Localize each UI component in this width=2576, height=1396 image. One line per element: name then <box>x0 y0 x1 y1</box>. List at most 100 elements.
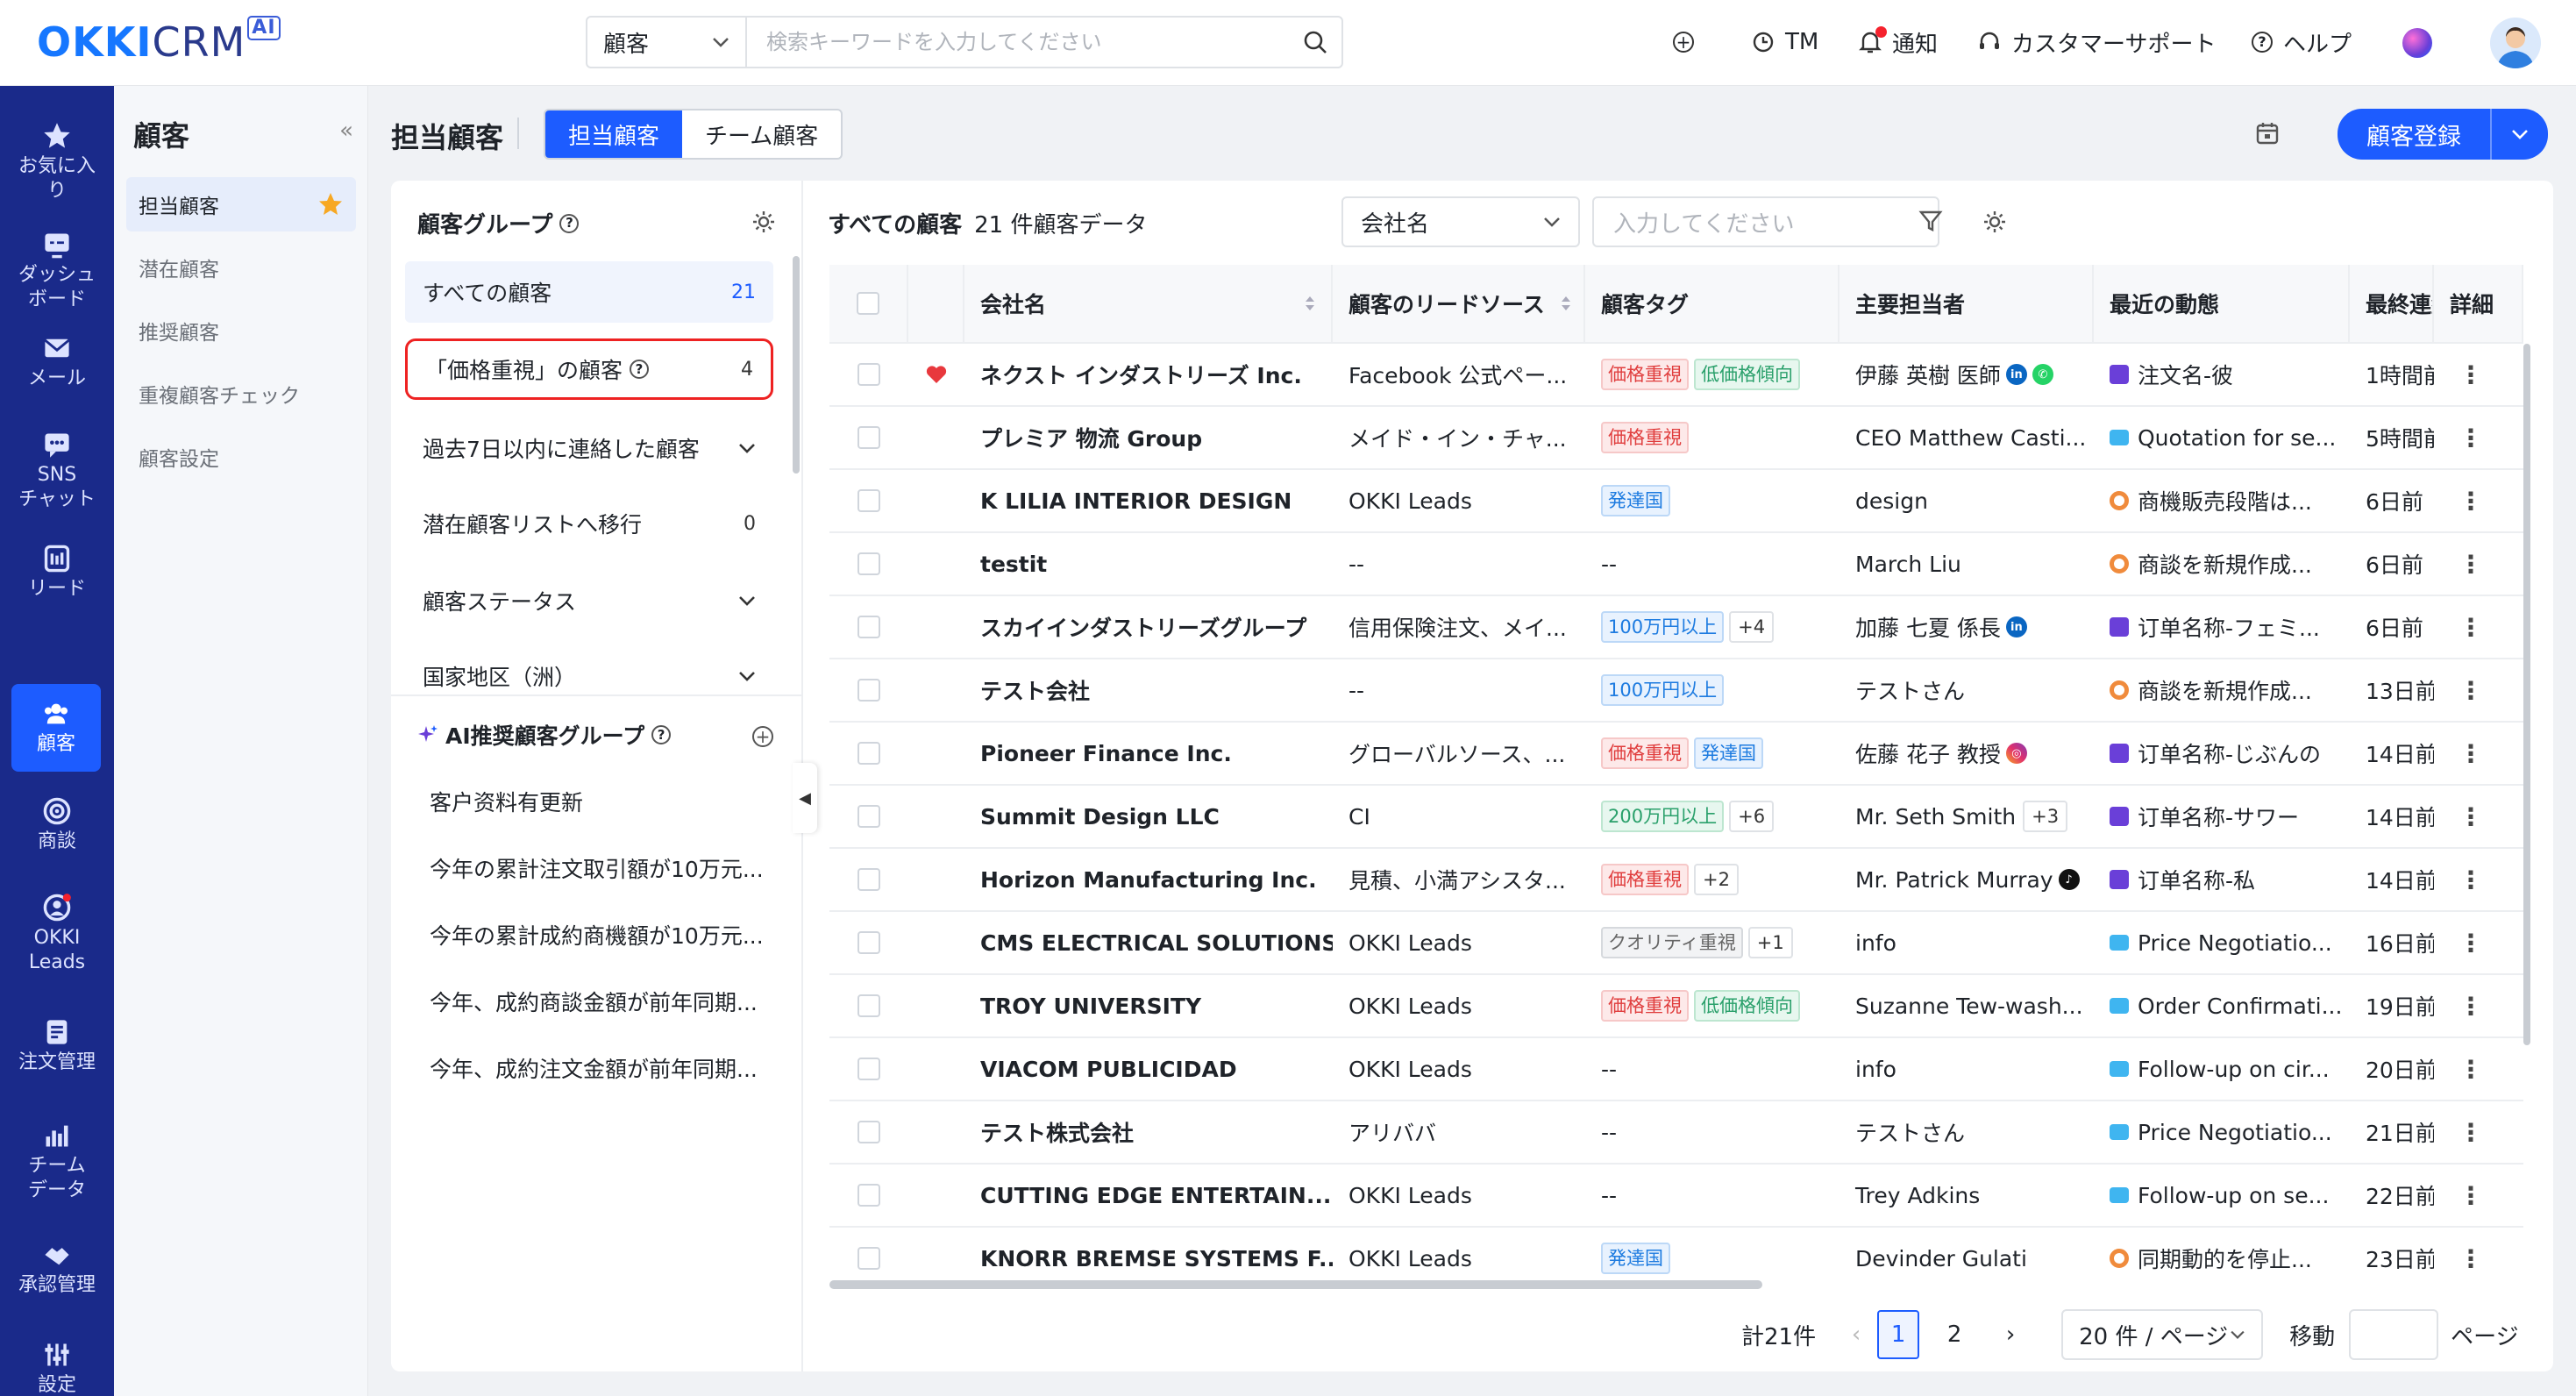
table-row[interactable]: テスト株式会社 アリババ -- テストさん Price Negotiatio... 21日… <box>829 1101 2523 1165</box>
jump-page-input[interactable] <box>2349 1309 2439 1360</box>
register-customer-button[interactable]: 顧客登録 <box>2338 109 2548 160</box>
search-icon[interactable] <box>1289 18 1341 67</box>
more-options-icon[interactable]: ⋮ <box>2459 992 2483 1021</box>
ai-assistant-icon[interactable] <box>2402 28 2432 58</box>
column-header[interactable]: 詳細 <box>2434 265 2523 342</box>
group-item[interactable]: 過去7日以内に連絡した顧客 <box>405 417 773 479</box>
company-cell[interactable]: テスト株式会社 <box>964 1101 1333 1163</box>
row-checkbox[interactable] <box>857 1121 880 1143</box>
more-options-icon[interactable]: ⋮ <box>2459 1181 2483 1210</box>
activity-cell[interactable]: Follow-up on cir... <box>2094 1038 2350 1100</box>
row-checkbox[interactable] <box>857 616 880 638</box>
nav-item-chat[interactable]: SNS チャット <box>0 430 114 512</box>
activity-cell[interactable]: Follow-up on se... <box>2094 1165 2350 1226</box>
more-options-icon[interactable]: ⋮ <box>2459 865 2483 894</box>
register-dropdown-icon[interactable] <box>2490 109 2548 160</box>
row-checkbox[interactable] <box>857 489 880 512</box>
activity-cell[interactable]: 订单名称-フェミ... <box>2094 596 2350 658</box>
nav-item-star[interactable]: お気に入 り <box>0 121 114 203</box>
row-checkbox[interactable] <box>857 552 880 575</box>
company-cell[interactable]: TROY UNIVERSITY <box>964 975 1333 1036</box>
contact-cell[interactable]: 加藤 七夏 係長 in <box>1839 596 2094 658</box>
table-row[interactable]: スカイインダストリーズグループ 信用保険注文、メイ... 100万円以上 +4 加藤 七… <box>829 596 2523 659</box>
more-tags-badge[interactable]: +2 <box>1694 864 1739 895</box>
help-button[interactable]: ? ヘルプ <box>2252 18 2352 67</box>
support-button[interactable]: カスタマーサポート <box>1978 18 2216 67</box>
okki-crm-logo[interactable]: OKKI CRM AI <box>37 16 281 68</box>
column-header[interactable]: 会社名 <box>964 265 1333 342</box>
filter-field-select[interactable]: 会社名 <box>1341 196 1580 247</box>
table-settings-icon[interactable] <box>1982 209 2008 241</box>
table-row[interactable]: KNORR BREMSE SYSTEMS F... OKKI Leads 発達国 De… <box>829 1228 2523 1286</box>
table-row[interactable]: CMS ELECTRICAL SOLUTIONS OKKI Leads クオリティ重… <box>829 912 2523 975</box>
contact-cell[interactable]: テストさん <box>1839 1101 2094 1163</box>
company-cell[interactable]: Pioneer Finance Inc. <box>964 723 1333 784</box>
company-cell[interactable]: Horizon Manufacturing Inc. <box>964 849 1333 910</box>
row-checkbox[interactable] <box>857 679 880 702</box>
nav-item-target[interactable]: 商談 <box>0 796 114 854</box>
contact-cell[interactable]: 伊藤 英樹 医師 in ✆ <box>1839 344 2094 405</box>
group-item[interactable]: 国家地区（洲） <box>405 645 773 707</box>
company-cell[interactable]: ネクスト インダストリーズ Inc. <box>964 344 1333 405</box>
company-cell[interactable]: スカイインダストリーズグループ <box>964 596 1333 658</box>
nav-item-lead[interactable]: リード <box>0 544 114 602</box>
table-row[interactable]: VIACOM PUBLICIDAD OKKI Leads -- info Follow-… <box>829 1038 2523 1101</box>
table-row[interactable]: テスト会社 -- 100万円以上 テストさん 商談を新規作成... 13日前 ⋮ <box>829 659 2523 723</box>
more-options-icon[interactable]: ⋮ <box>2459 487 2483 516</box>
company-cell[interactable]: CMS ELECTRICAL SOLUTIONS <box>964 912 1333 973</box>
subnav-item-duplicate-check[interactable]: 重複顧客チェック <box>126 367 356 421</box>
company-cell[interactable]: K LILIA INTERIOR DESIGN <box>964 470 1333 531</box>
more-options-icon[interactable]: ⋮ <box>2459 550 2483 579</box>
table-row[interactable]: Pioneer Finance Inc. グローバルソース、... 価格重視 発達国佐… <box>829 723 2523 786</box>
nav-item-settings[interactable]: 設定 <box>0 1340 114 1396</box>
ai-group-item[interactable]: 今年、成約注文金額が前年同期... <box>430 1052 758 1084</box>
company-cell[interactable]: プレミア 物流 Group <box>964 407 1333 468</box>
activity-cell[interactable]: 订单名称-サワー <box>2094 786 2350 847</box>
tm-button[interactable]: TM <box>1752 18 1818 67</box>
row-checkbox[interactable] <box>857 1184 880 1207</box>
chevron-down-icon[interactable] <box>738 670 756 682</box>
activity-cell[interactable]: Price Negotiatio... <box>2094 912 2350 973</box>
table-row[interactable]: Summit Design LLC CI 200万円以上 +6 Mr. Seth Smi… <box>829 786 2523 849</box>
heart-icon[interactable] <box>926 365 947 384</box>
more-options-icon[interactable]: ⋮ <box>2459 802 2483 831</box>
contact-cell[interactable]: Mr. Seth Smith +3 <box>1839 786 2094 847</box>
group-item[interactable]: 顧客ステータス <box>405 570 773 631</box>
row-checkbox[interactable] <box>857 1058 880 1080</box>
contact-cell[interactable]: Trey Adkins <box>1839 1165 2094 1226</box>
subnav-item-potential[interactable]: 潜在顧客 <box>126 240 356 295</box>
prev-page-icon[interactable]: ‹ <box>1835 1310 1877 1359</box>
contact-cell[interactable]: CEO Matthew Casti... <box>1839 407 2094 468</box>
contact-cell[interactable]: info <box>1839 912 2094 973</box>
tab-my-customers[interactable]: 担当顧客 <box>545 110 683 158</box>
activity-cell[interactable]: 订单名称-じぶんの <box>2094 723 2350 784</box>
avatar[interactable] <box>2490 18 2541 68</box>
column-header[interactable]: 顧客タグ <box>1585 265 1839 342</box>
nav-item-approval[interactable]: 承認管理 <box>0 1240 114 1298</box>
linkedin-icon[interactable]: in <box>2005 616 2027 637</box>
contact-cell[interactable]: テストさん <box>1839 659 2094 721</box>
more-tags-badge[interactable]: +4 <box>1729 611 1775 643</box>
row-checkbox[interactable] <box>857 931 880 954</box>
more-options-icon[interactable]: ⋮ <box>2459 1118 2483 1147</box>
sort-icon[interactable] <box>1303 293 1317 314</box>
filter-input[interactable]: 入力してください <box>1592 196 1939 247</box>
more-options-icon[interactable]: ⋮ <box>2459 613 2483 642</box>
row-checkbox[interactable] <box>857 994 880 1017</box>
company-cell[interactable]: CUTTING EDGE ENTERTAIN... <box>964 1165 1333 1226</box>
next-page-icon[interactable]: › <box>1989 1310 2032 1359</box>
company-cell[interactable]: testit <box>964 533 1333 595</box>
ai-group-item[interactable]: 客户资料有更新 <box>430 786 583 817</box>
contact-cell[interactable]: March Liu <box>1839 533 2094 595</box>
company-cell[interactable]: テスト会社 <box>964 659 1333 721</box>
nav-item-order[interactable]: 注文管理 <box>0 1017 114 1075</box>
whatsapp-icon[interactable]: ✆ <box>2032 364 2053 385</box>
page-size-select[interactable]: 20 件 / ページ <box>2061 1309 2264 1360</box>
table-row[interactable]: testit -- -- March Liu 商談を新規作成... 6日前 ⋮ <box>829 533 2523 596</box>
ai-group-item[interactable]: 今年の累計注文取引額が10万元... <box>430 852 764 884</box>
page-2-button[interactable]: 2 <box>1933 1310 1975 1359</box>
search-input[interactable] <box>747 18 1289 67</box>
more-options-icon[interactable]: ⋮ <box>2459 676 2483 705</box>
group-item[interactable]: すべての顧客 21 <box>405 261 773 323</box>
column-header[interactable]: 主要担当者 <box>1839 265 2094 342</box>
